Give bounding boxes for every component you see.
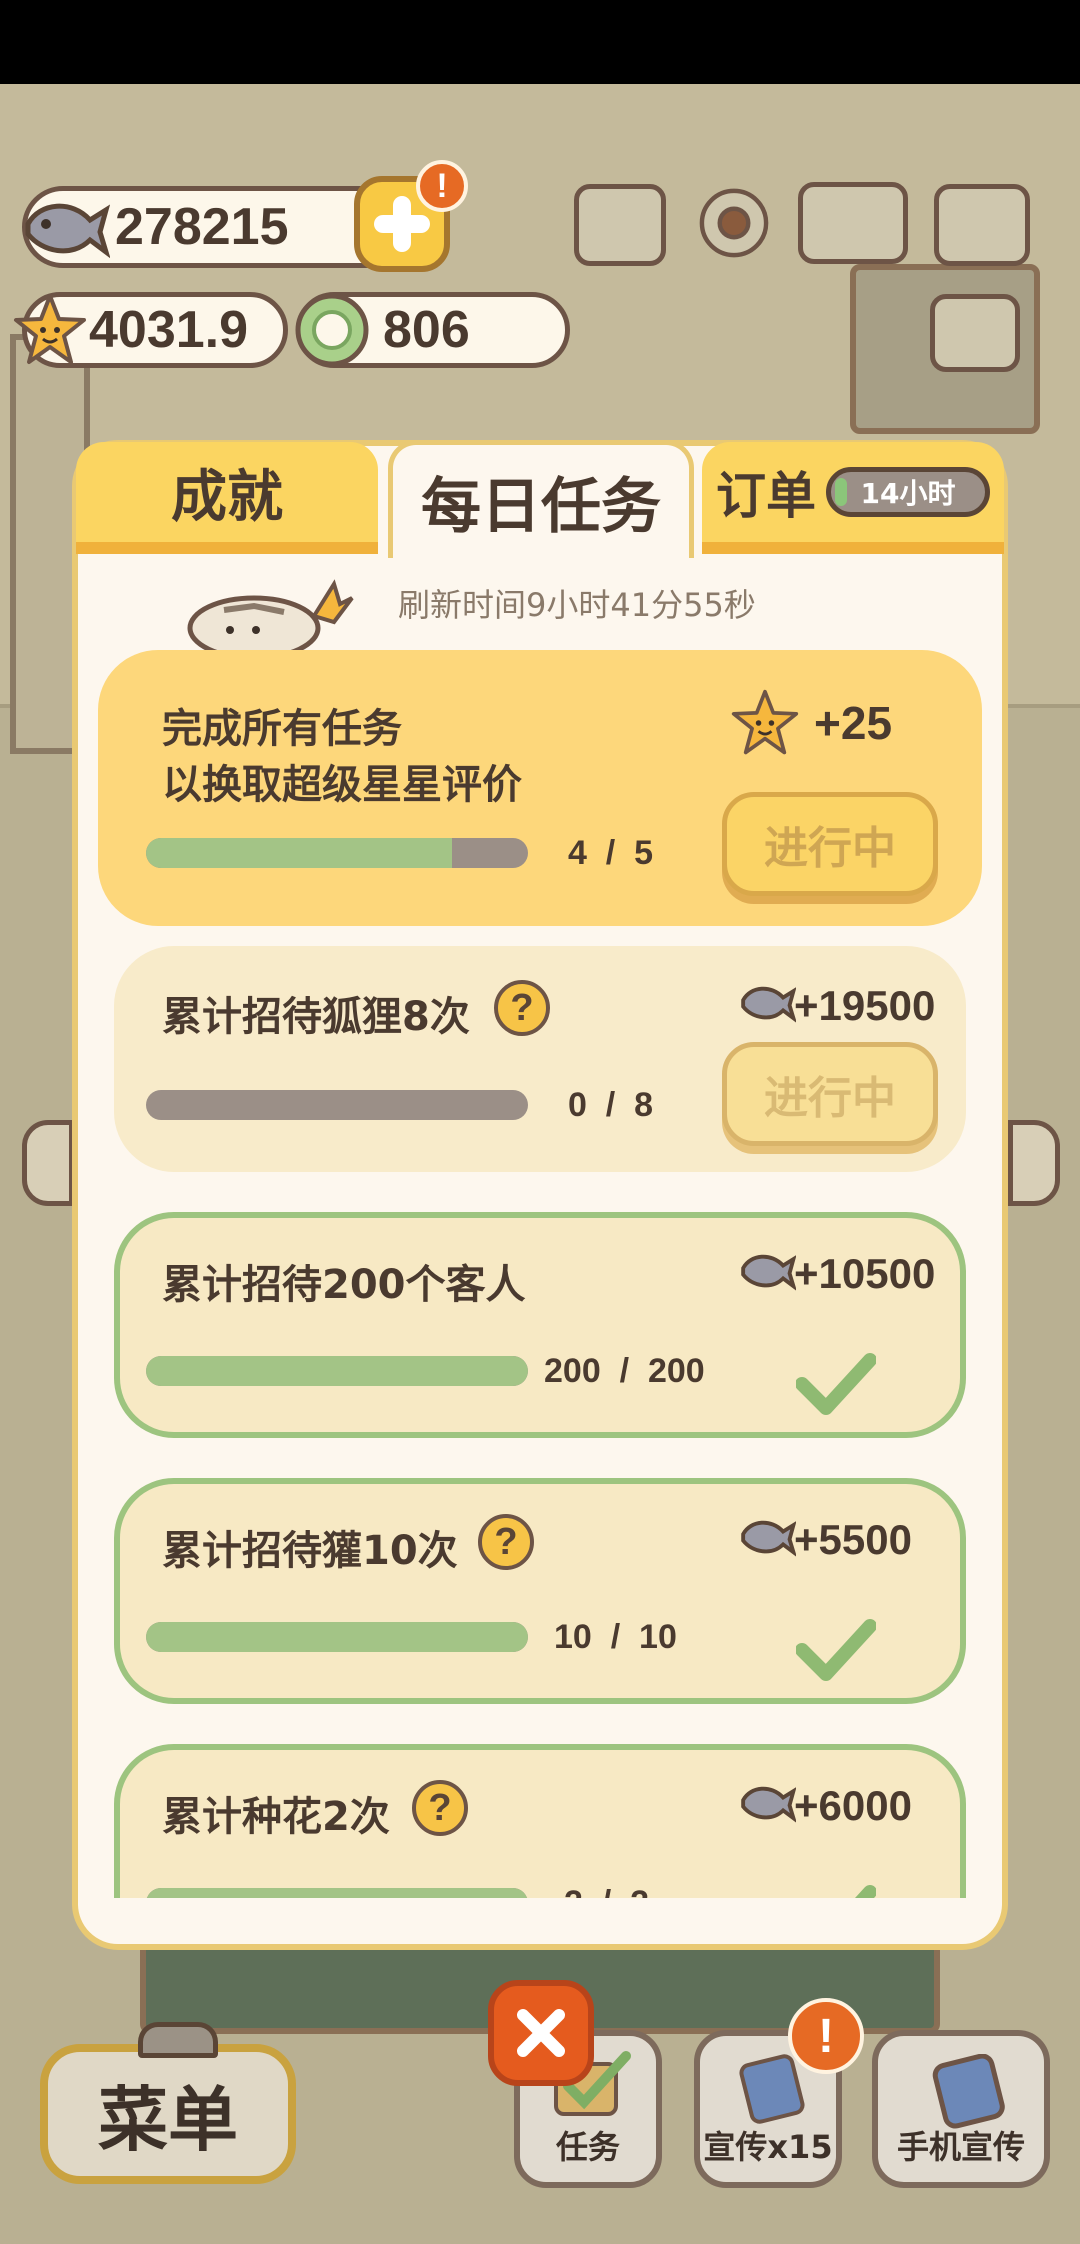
menu-label: 菜单: [98, 2078, 238, 2161]
task-progress-bar: [146, 1888, 528, 1898]
task-card-flowers: 累计种花2次 ? +6000 2 / 2: [114, 1744, 966, 1898]
tasks-label: 任务: [555, 2128, 620, 2166]
fish-icon: [741, 1786, 796, 1823]
task-progress-text: 2 / 2: [564, 1884, 649, 1898]
task-reward: +6000: [794, 1782, 912, 1829]
close-button[interactable]: [488, 1980, 594, 2086]
clipboard-clip-icon: [138, 2022, 218, 2058]
phone-promo-button[interactable]: 手机宣传: [872, 2030, 1050, 2188]
promo-card-icon: [739, 2054, 805, 2124]
help-icon[interactable]: ?: [412, 1780, 468, 1836]
close-icon: [517, 2009, 565, 2057]
phone-promo-icon: [932, 2054, 1005, 2129]
task-title: 累计种花2次: [162, 1794, 390, 1840]
menu-button[interactable]: 菜单: [40, 2022, 296, 2184]
checkmark-icon: [855, 1885, 876, 1898]
promo-label: 宣传x15: [703, 2128, 833, 2166]
task-list-clip: 累计种花2次 ? +6000 2 / 2: [0, 0, 1080, 1898]
promo-notification-badge: !: [788, 1998, 864, 2074]
